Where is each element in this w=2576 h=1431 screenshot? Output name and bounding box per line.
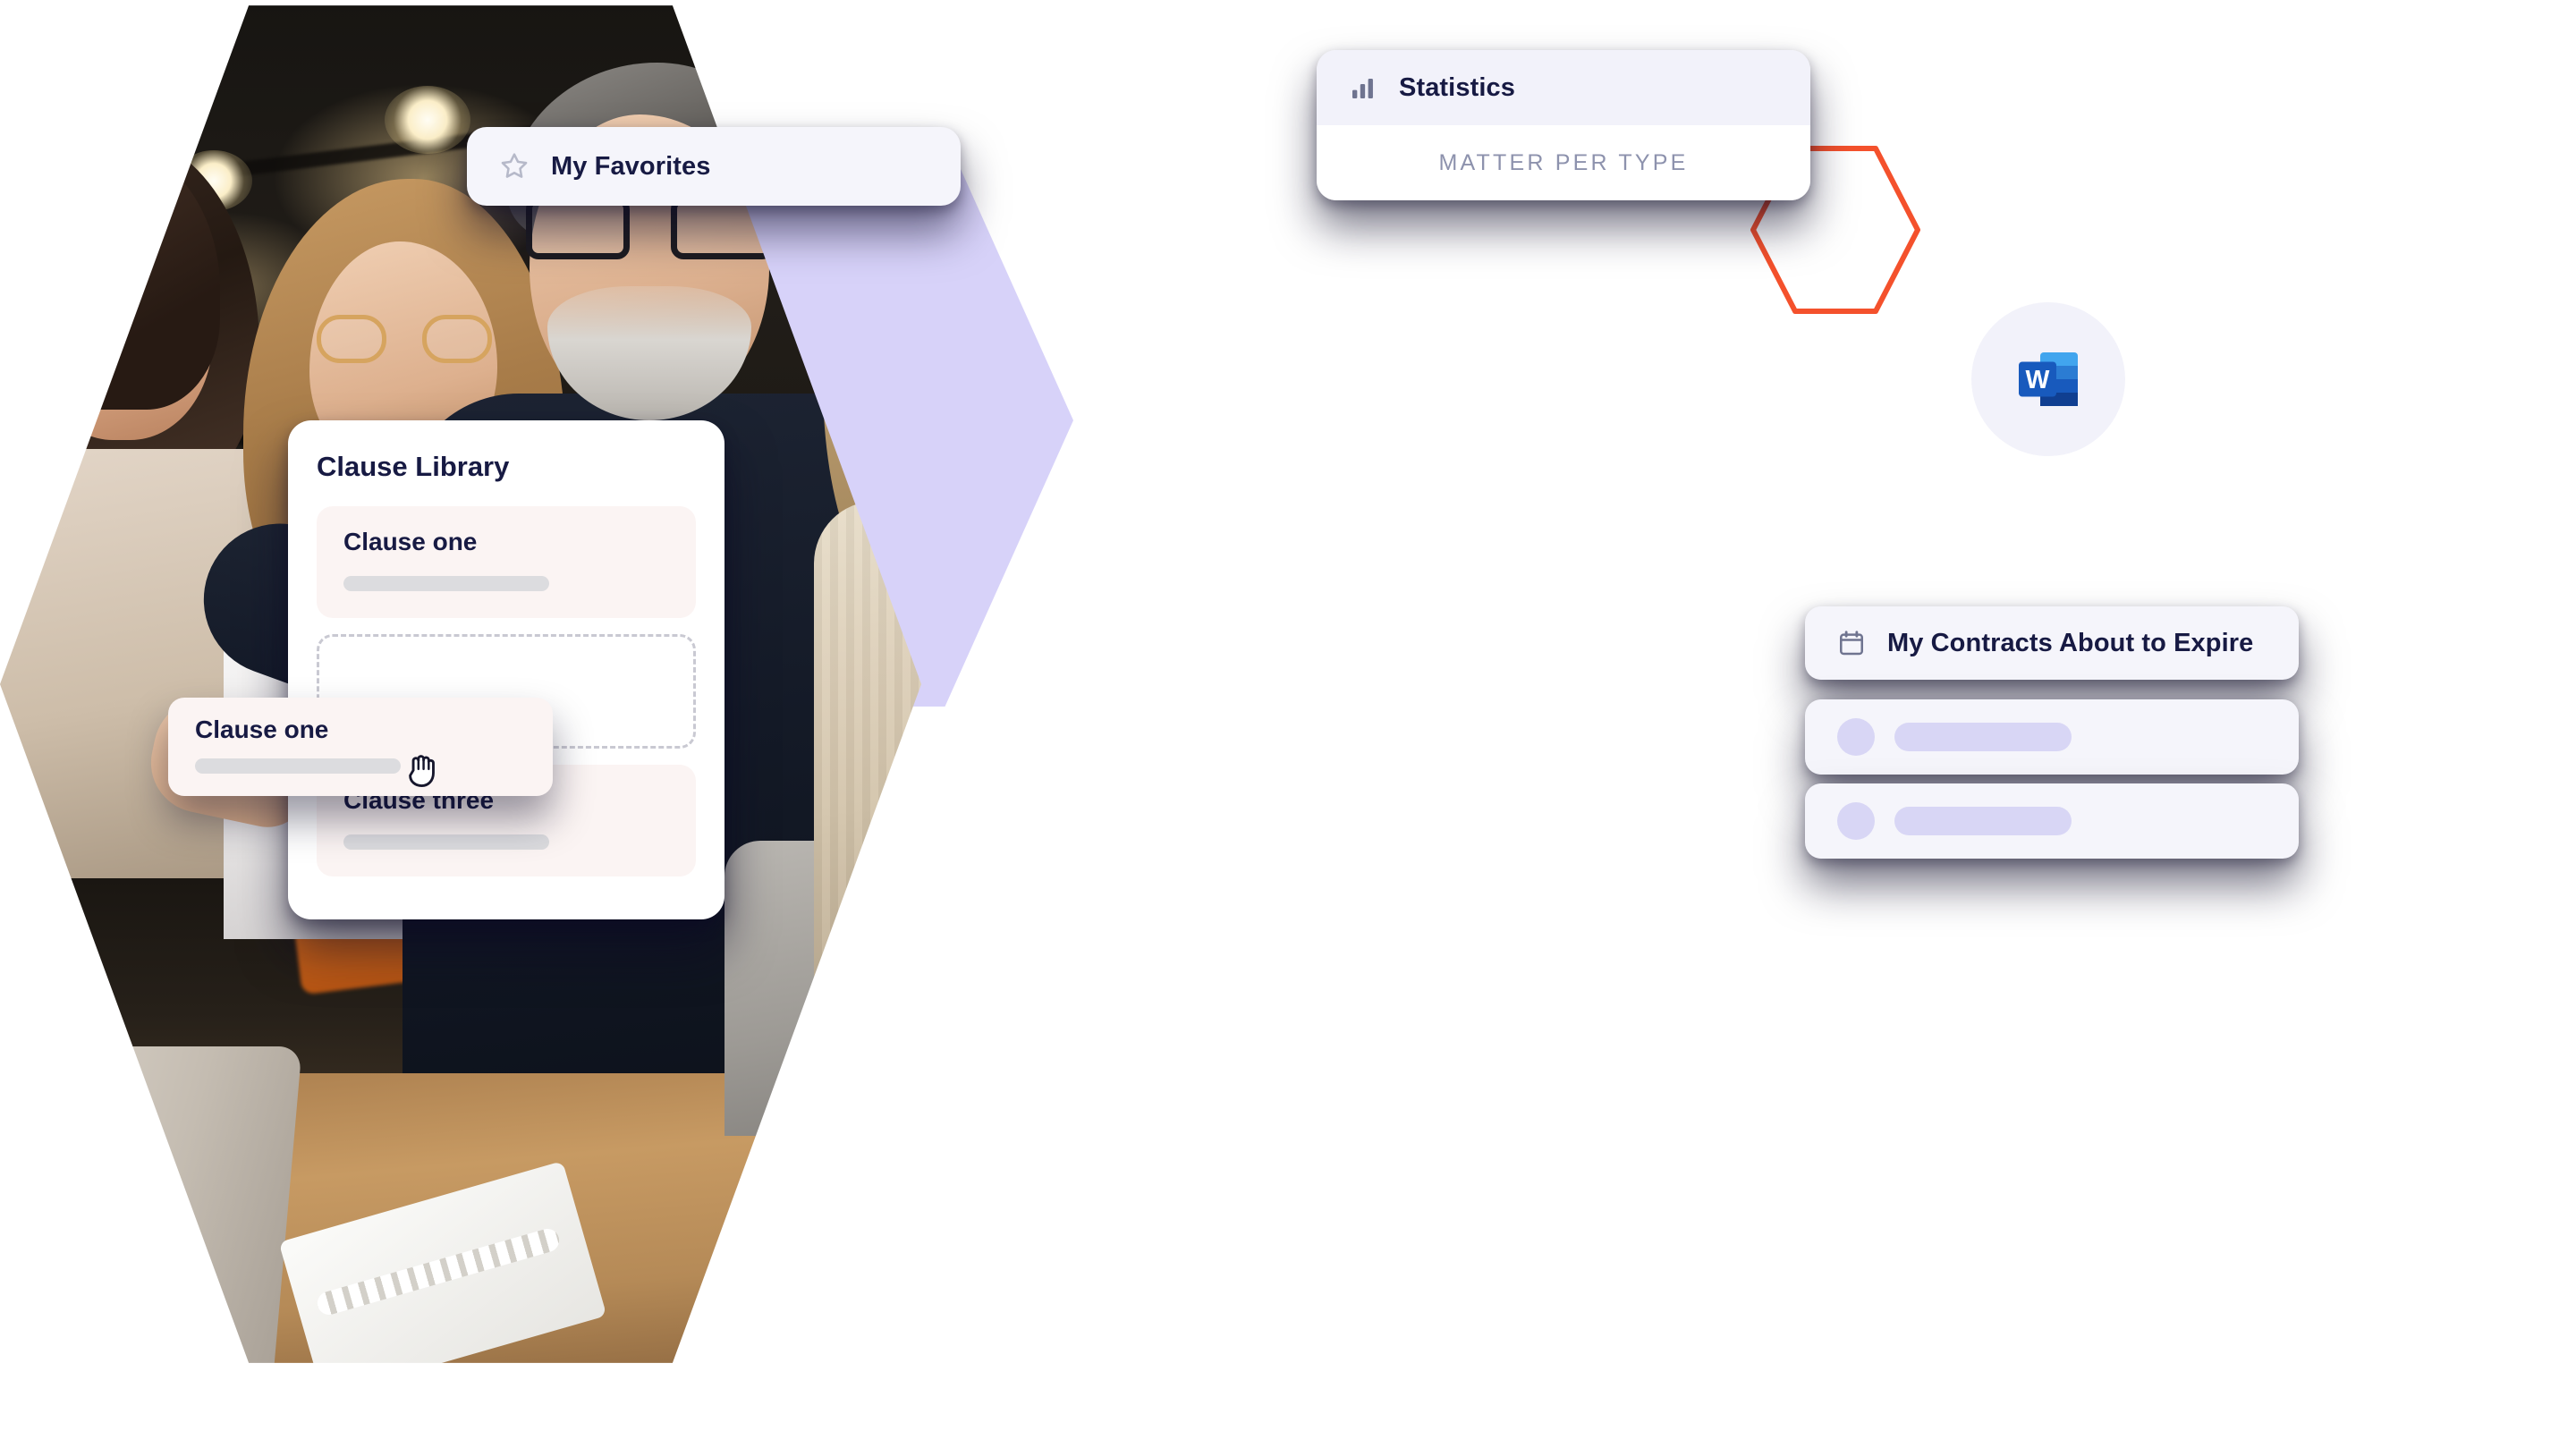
avatar [1837,718,1875,756]
calendar-icon [1840,631,1864,656]
text-placeholder [1894,807,2072,835]
clause-card-title: Clause one [343,528,478,555]
statistics-card[interactable]: Statistics MATTER PER TYPE [1317,50,1810,200]
star-icon [501,153,528,178]
my-favorites-card[interactable]: My Favorites [467,127,961,206]
avatar [1837,802,1875,840]
bar-chart-icon [1352,79,1373,98]
hero-composition: My Favorites Statistics MATTER PER TYPE … [0,0,2576,1431]
microsoft-word-icon: W [2019,352,2078,406]
clause-skeleton-bar [343,576,549,591]
grab-cursor-icon [409,755,435,787]
clause-library-panel: Clause Library Clause one Clause three [288,420,724,919]
contracts-title: My Contracts About to Expire [1887,628,2254,657]
my-favorites-label: My Favorites [551,151,711,181]
dragged-clause-title: Clause one [195,716,329,743]
statistics-subtitle: MATTER PER TYPE [1438,149,1689,175]
clause-card[interactable]: Clause one [317,506,696,618]
laptop [5,1046,302,1363]
microsoft-word-badge[interactable]: W [1971,302,2125,456]
text-placeholder [1894,723,2072,751]
clause-library-title: Clause Library [317,451,510,482]
contract-list-item[interactable] [1805,699,2299,775]
statistics-title: Statistics [1399,72,1515,102]
clause-skeleton-bar [343,834,549,850]
clause-skeleton-bar [195,758,401,774]
my-contracts-about-to-expire-card[interactable]: My Contracts About to Expire [1805,606,2299,680]
svg-text:W: W [2026,366,2050,394]
dragged-clause-card[interactable]: Clause one [168,698,553,796]
contract-list-item[interactable] [1805,783,2299,859]
statistics-card-body: MATTER PER TYPE [1317,125,1810,200]
statistics-card-header: Statistics [1317,50,1810,125]
